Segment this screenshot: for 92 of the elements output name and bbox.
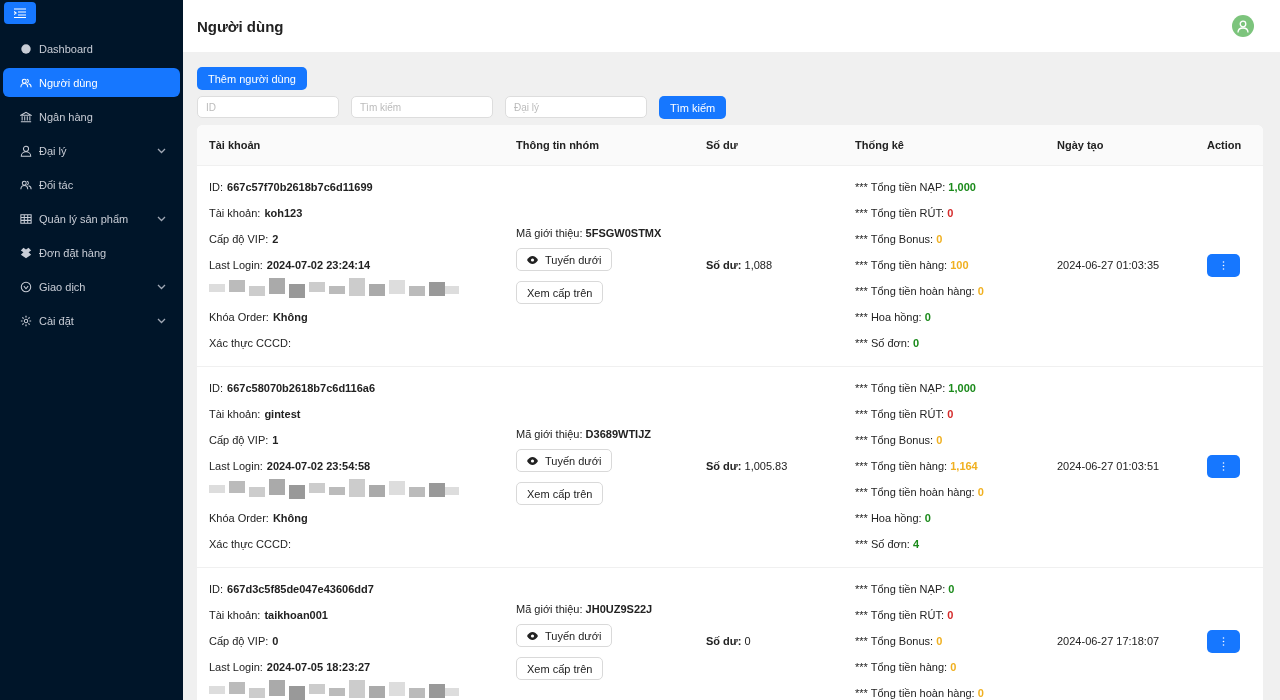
menu-toggle-button[interactable] [4, 2, 36, 24]
menu-item-icon [20, 280, 32, 293]
eye-icon [527, 255, 538, 264]
group-button[interactable]: Tuyến dưới [516, 624, 613, 647]
stat-line: *** Tổng tiền NẠP: 1,000 [855, 180, 977, 195]
stat-line: *** Tổng tiền hoàn hàng: 0 [855, 284, 985, 299]
menu-item-icon [20, 314, 32, 327]
column-header: Số dư [705, 139, 739, 151]
stat-line: *** Số đơn: 0 [855, 336, 921, 351]
sidebar-item[interactable]: Cài đặt [3, 306, 180, 335]
account-detail: Last Login: 2024-07-05 18:23:27 [209, 660, 372, 675]
account-detail: ID: 667c58070b2618b7c6d116a6 [209, 381, 377, 396]
stat-line: *** Tổng tiền hàng: 1,164 [855, 459, 979, 474]
eye-icon [527, 456, 538, 465]
account-detail: Xác thực CCCD: [209, 336, 292, 351]
menu-item-icon [20, 246, 32, 259]
stat-line: *** Tổng Bonus: 0 [855, 232, 944, 247]
stat-line: *** Tổng tiền RÚT: 0 [855, 206, 955, 221]
account-detail: Last Login: 2024-07-02 23:24:14 [209, 258, 372, 273]
stat-line: *** Tổng tiền RÚT: 0 [855, 608, 955, 623]
account-detail: Khóa Order: Không [209, 310, 309, 325]
menu-item-icon [20, 144, 32, 157]
more-actions-button[interactable] [1207, 454, 1240, 478]
sidebar-item[interactable]: Đối tác [3, 170, 180, 199]
menu-item-icon [20, 178, 32, 191]
page-title: Người dùng [197, 17, 284, 35]
search-button[interactable]: Tìm kiếm [659, 96, 727, 119]
balance-text: Số dư: 1,005.83 [706, 460, 788, 472]
column-header: Action [1206, 139, 1243, 151]
sidebar-item[interactable]: Ngân hàng [3, 102, 180, 131]
column-header: Thông tin nhóm [515, 139, 601, 151]
group-button[interactable]: Tuyến dưới [516, 449, 613, 472]
account-detail: Tài khoản: gintest [209, 407, 302, 422]
account-detail: Xác thực CCCD: [209, 537, 292, 552]
referral-code: Mã giới thiệu: D3689WTIJZ [516, 427, 651, 441]
more-vertical-icon [1222, 461, 1225, 471]
filter-field[interactable]: ID [197, 96, 339, 118]
sidebar-item[interactable]: Giao dịch [3, 272, 180, 301]
column-header: Thống kê [854, 139, 905, 151]
sidebar-item[interactable]: Quản lý sản phẩm [3, 204, 180, 233]
menu-icon [14, 8, 26, 18]
stat-line: *** Tổng tiền hàng: 0 [855, 660, 958, 675]
referral-code: Mã giới thiệu: 5FSGW0STMX [516, 226, 662, 240]
menu-item-icon [20, 212, 32, 225]
stat-line: *** Tổng tiền hoàn hàng: 0 [855, 686, 985, 700]
account-detail: Last Login: 2024-07-02 23:54:58 [209, 459, 372, 474]
account-detail: Cấp độ VIP: 2 [209, 232, 280, 247]
account-detail: ID: 667d3c5f85de047e43606dd7 [209, 582, 375, 597]
created-date: 2024-06-27 17:18:07 [1057, 635, 1160, 647]
account-detail: Khóa Order: Không [209, 511, 309, 526]
more-vertical-icon [1222, 636, 1225, 646]
sidebar-item[interactable]: Đơn đặt hàng [3, 238, 180, 267]
column-header: Tài khoản [208, 139, 262, 151]
sidebar-item[interactable]: Dashboard [3, 34, 180, 63]
menu-item-icon [20, 76, 32, 89]
account-detail: Tài khoản: koh123 [209, 206, 304, 221]
more-actions-button[interactable] [1207, 629, 1240, 653]
stat-line: *** Tổng Bonus: 0 [855, 634, 944, 649]
group-button[interactable]: Xem cấp trên [516, 482, 604, 505]
menu-item-icon [20, 110, 32, 123]
account-detail: Cấp độ VIP: 1 [209, 433, 280, 448]
menu-item-icon [20, 42, 32, 55]
sidebar-item[interactable]: Đại lý [3, 136, 180, 165]
group-button[interactable]: Tuyến dưới [516, 248, 613, 271]
balance-text: Số dư: 1,088 [706, 259, 773, 271]
balance-text: Số dư: 0 [706, 635, 751, 647]
stat-line: *** Hoa hồng: 0 [855, 511, 932, 526]
created-date: 2024-06-27 01:03:51 [1057, 460, 1160, 472]
add-user-button[interactable]: Thêm người dùng [197, 67, 307, 90]
stat-line: *** Số đơn: 4 [855, 537, 921, 552]
account-detail: Cấp độ VIP: 0 [209, 634, 280, 649]
filter-field[interactable]: Tìm kiếm [351, 96, 493, 118]
created-date: 2024-06-27 01:03:35 [1057, 259, 1160, 271]
group-button[interactable]: Xem cấp trên [516, 281, 604, 304]
stat-line: *** Tổng tiền NẠP: 0 [855, 582, 956, 597]
account-detail: Tài khoản: taikhoan001 [209, 608, 329, 623]
column-header: Ngày tạo [1056, 139, 1105, 151]
filter-field[interactable]: Đại lý [505, 96, 647, 118]
more-actions-button[interactable] [1207, 253, 1240, 277]
stat-line: *** Hoa hồng: 0 [855, 310, 932, 325]
stat-line: *** Tổng tiền hàng: 100 [855, 258, 970, 273]
group-button[interactable]: Xem cấp trên [516, 657, 604, 680]
stat-line: *** Tổng tiền NẠP: 1,000 [855, 381, 977, 396]
stat-line: *** Tổng tiền hoàn hàng: 0 [855, 485, 985, 500]
eye-icon [527, 631, 538, 640]
sidebar-item[interactable]: Người dùng [3, 68, 180, 97]
user-avatar-icon[interactable] [1232, 15, 1254, 37]
stat-line: *** Tổng tiền RÚT: 0 [855, 407, 955, 422]
more-vertical-icon [1222, 260, 1225, 270]
stat-line: *** Tổng Bonus: 0 [855, 433, 944, 448]
referral-code: Mã giới thiệu: JH0UZ9S22J [516, 602, 653, 616]
account-detail: ID: 667c57f70b2618b7c6d11699 [209, 180, 374, 195]
